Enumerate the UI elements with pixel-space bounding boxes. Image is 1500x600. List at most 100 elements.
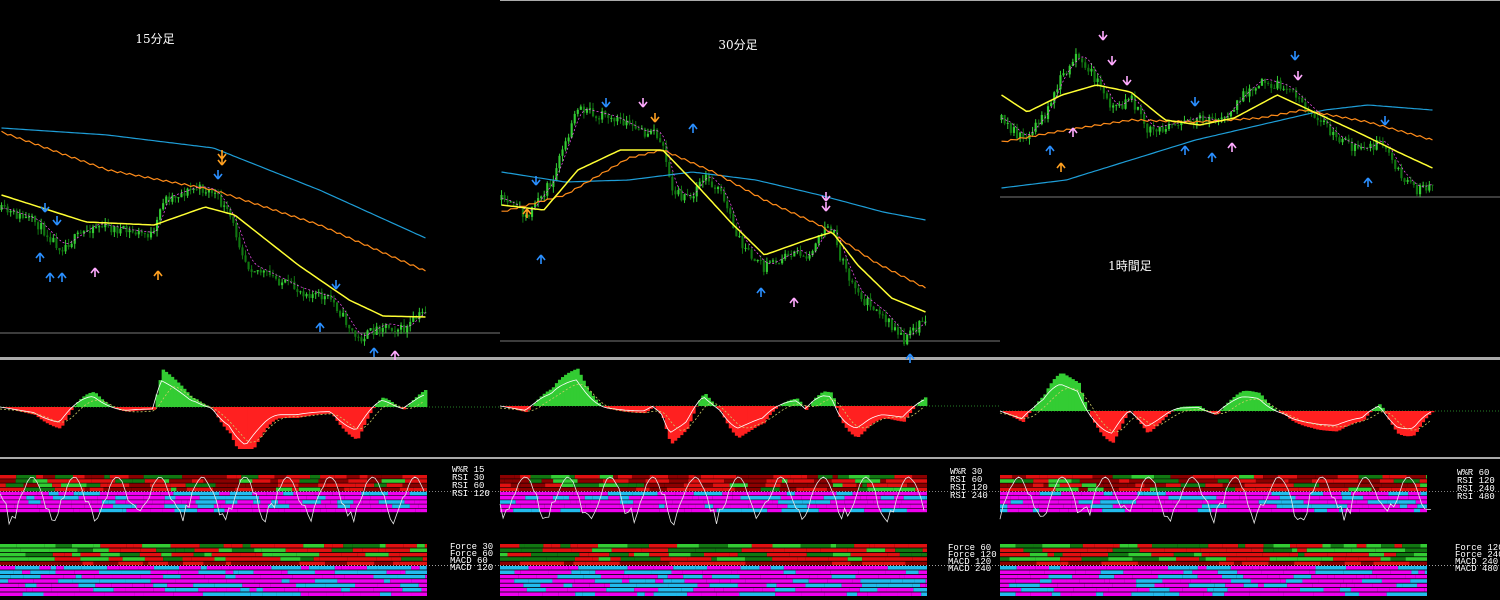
force-strip-cell xyxy=(693,588,715,592)
macd-bar xyxy=(750,406,754,430)
macd-bar xyxy=(683,406,687,433)
candle-body xyxy=(412,317,415,322)
macd-bar xyxy=(1151,411,1156,430)
force-strip-cell xyxy=(1315,570,1344,574)
force-strip-cell xyxy=(1193,561,1219,566)
force-strip-cell xyxy=(319,557,348,561)
force-strip-cell xyxy=(30,570,50,574)
candle-body xyxy=(643,128,646,137)
rsi-strip-cell xyxy=(657,491,676,496)
force-strip-cell xyxy=(1279,574,1294,579)
force-strip-cell xyxy=(296,583,306,588)
candle-body xyxy=(790,255,793,257)
force-strip-cell xyxy=(1415,574,1427,579)
rsi-strip-cell xyxy=(1000,475,1013,479)
rsi-strip-cell xyxy=(1164,500,1173,504)
candle-body xyxy=(64,244,67,252)
rsi-strip-cell xyxy=(899,504,911,508)
rsi-strip-cell xyxy=(842,483,857,487)
force-strip-cell xyxy=(629,579,646,583)
force-strip-cell xyxy=(1396,552,1414,557)
force-strip-cell xyxy=(531,552,558,557)
force-strip-cell xyxy=(885,557,913,561)
force-strip-cell xyxy=(913,588,927,592)
force-strip-cell xyxy=(251,557,281,561)
candle-body xyxy=(869,298,872,307)
rsi-strip-cell xyxy=(1203,487,1226,492)
force-strip-cell xyxy=(357,570,387,574)
force-strip-cell xyxy=(231,548,255,552)
force-strip-cell xyxy=(620,557,635,561)
rsi-strip-cell xyxy=(213,487,236,492)
rsi-strip-cell xyxy=(91,475,105,479)
force-strip-cell xyxy=(714,561,741,566)
force-strip-cell xyxy=(921,592,927,596)
rsi-strip-cell xyxy=(215,483,228,487)
force-strip-cell xyxy=(1236,552,1263,557)
rsi-strip-cell xyxy=(541,479,554,483)
macd-histogram xyxy=(499,368,1000,444)
rsi-strip-cell xyxy=(1263,496,1280,500)
force-strip-cell xyxy=(1356,544,1367,548)
rsi-strip-cell xyxy=(129,483,150,487)
rsi-strip-cell xyxy=(1426,475,1427,479)
rsi-strip-cell xyxy=(108,500,116,504)
rsi-strip-cell xyxy=(1139,496,1160,500)
force-strip-cell xyxy=(671,570,683,574)
rsi-strip-cell xyxy=(1013,491,1036,496)
rsi-strip-cell xyxy=(1342,496,1353,500)
candle-body xyxy=(152,231,156,233)
macd-bar xyxy=(1111,411,1116,443)
force-strip-cell xyxy=(344,574,374,579)
force-strip-cell xyxy=(1251,548,1264,552)
force-strip-cell xyxy=(214,583,243,588)
force-strip-cell xyxy=(830,544,837,548)
force-strip-cell xyxy=(28,557,55,561)
force-strip-cell xyxy=(1343,579,1353,583)
force-strip-cell xyxy=(1250,579,1281,583)
rsi-strip-cell xyxy=(58,491,74,496)
force-strip-cell xyxy=(594,579,623,583)
force-strip-cell xyxy=(305,583,326,588)
rsi-strip-cell xyxy=(1018,496,1028,500)
candle-body xyxy=(1229,111,1233,117)
candle-body xyxy=(903,333,906,345)
macd-bar xyxy=(679,406,684,436)
force-strip-cell xyxy=(1088,579,1105,583)
rsi-strip-cell xyxy=(827,487,847,492)
force-strip-cell xyxy=(825,566,849,570)
rsi-strip-cell xyxy=(344,496,363,500)
rsi-strip-cell xyxy=(386,483,403,487)
force-strip-cell xyxy=(1283,548,1293,552)
rsi-strip-cell xyxy=(884,491,898,496)
force-strip-cell xyxy=(855,574,879,579)
rsi-strip-cell xyxy=(1192,475,1215,479)
candle-body xyxy=(1074,53,1078,62)
force-strip-cell xyxy=(324,544,333,548)
candle-body xyxy=(259,270,262,273)
rsi-strip-cell xyxy=(1279,496,1296,500)
rsi-strip-cell xyxy=(1048,483,1060,487)
force-strip-cell xyxy=(1373,561,1397,566)
rsi-strip-cell xyxy=(1226,504,1250,508)
candle-body xyxy=(900,333,903,335)
force-strip-cell xyxy=(308,592,327,596)
force-strip-cell xyxy=(376,557,392,561)
force-strip-cell xyxy=(877,588,887,592)
force-strip-cell xyxy=(1356,574,1365,579)
candle-body xyxy=(753,258,756,262)
rsi-strip-cell xyxy=(1311,479,1334,483)
force-strip-cell xyxy=(1079,579,1089,583)
macd-bar xyxy=(128,407,132,412)
force-strip-cell xyxy=(1178,570,1184,574)
force-strip-cell xyxy=(1390,557,1406,561)
force-strip-cell xyxy=(0,570,14,574)
force-strip-cell xyxy=(150,570,168,574)
force-strip-cell xyxy=(334,570,358,574)
force-strip-cell xyxy=(739,574,761,579)
rsi-strip-cell xyxy=(1381,483,1397,487)
signal-arrow xyxy=(40,203,50,213)
signal-arrow xyxy=(57,272,67,282)
force-strip-cell xyxy=(567,588,583,592)
candle-body xyxy=(896,327,900,335)
